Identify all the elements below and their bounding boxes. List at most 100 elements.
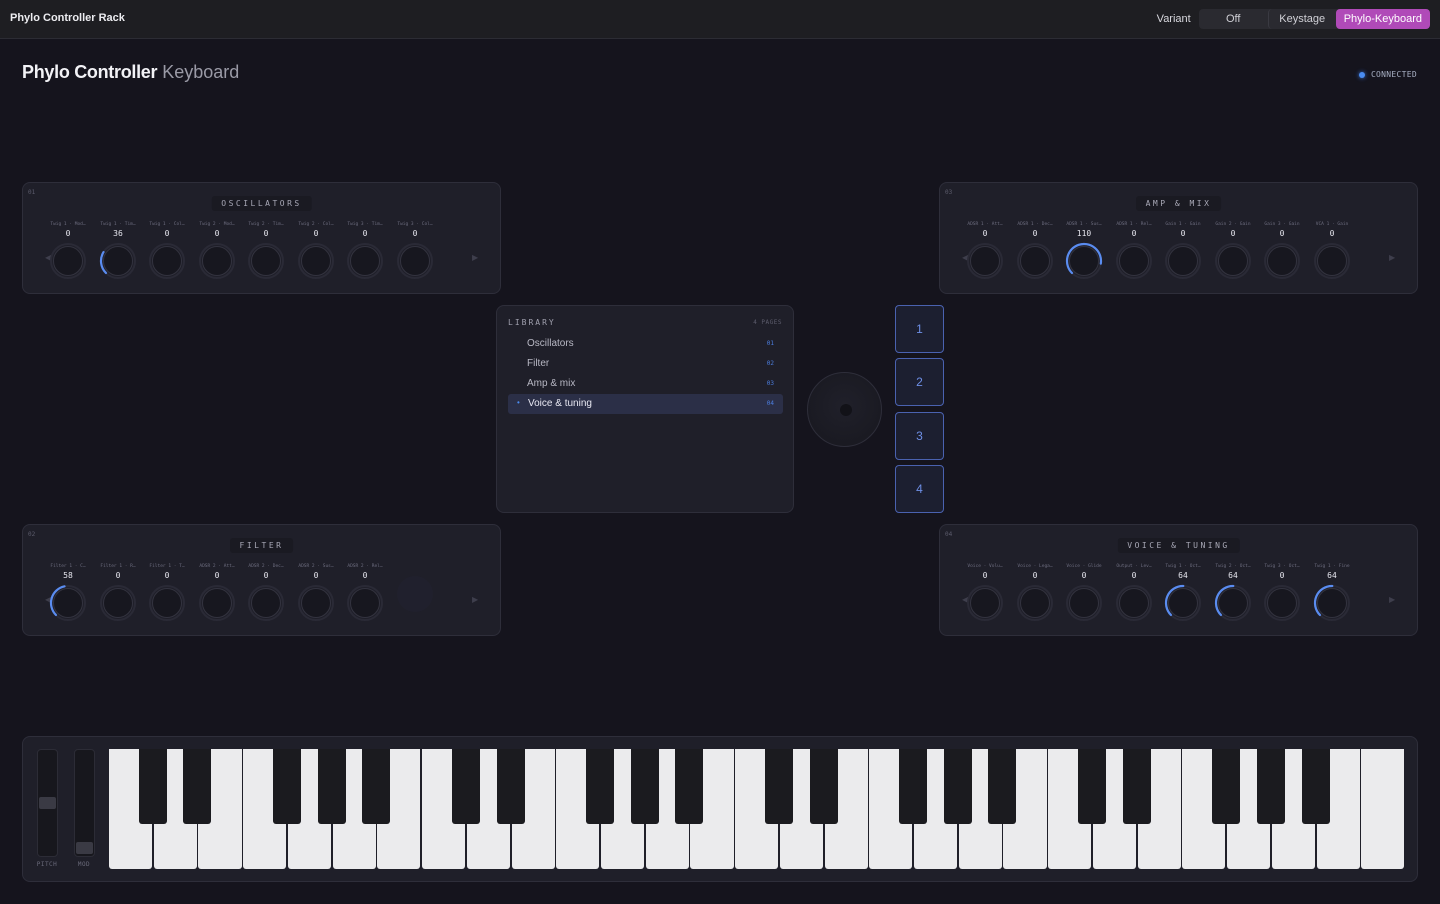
library-item-oscillators[interactable]: Oscillators 01 bbox=[508, 334, 783, 354]
knob[interactable] bbox=[297, 584, 335, 622]
white-key[interactable] bbox=[1361, 749, 1405, 869]
knob[interactable] bbox=[1016, 242, 1054, 280]
next-arrow-icon[interactable]: ▶ bbox=[1389, 595, 1395, 604]
knob-value: 0 bbox=[1032, 571, 1038, 580]
knob[interactable] bbox=[1016, 584, 1054, 622]
panel-amp-mix: 03 AMP & MIX ◀ ▶ ADSR 1 · Att… 0 ADSR 1 · Dec…… bbox=[939, 182, 1418, 294]
empty-knob bbox=[397, 576, 433, 612]
black-key[interactable] bbox=[943, 749, 972, 824]
knob[interactable] bbox=[966, 584, 1004, 622]
black-key[interactable] bbox=[988, 749, 1017, 824]
next-arrow-icon[interactable]: ▶ bbox=[1389, 253, 1395, 262]
knob-value: 0 bbox=[1131, 229, 1137, 238]
panel-number: 03 bbox=[945, 189, 953, 196]
knob[interactable] bbox=[49, 584, 87, 622]
library-item-voice-tuning[interactable]: • Voice & tuning 04 bbox=[508, 394, 783, 414]
knob[interactable] bbox=[1065, 584, 1103, 622]
mod-wheel[interactable] bbox=[74, 749, 95, 857]
library-item-filter[interactable]: Filter 02 bbox=[508, 354, 783, 374]
knob-label: Gain 2 · Gain bbox=[1215, 222, 1251, 227]
knob-value: 0 bbox=[313, 571, 319, 580]
knob-value: 0 bbox=[164, 229, 170, 238]
knob[interactable] bbox=[1214, 584, 1252, 622]
black-key[interactable] bbox=[1212, 749, 1241, 824]
mod-wheel-handle[interactable] bbox=[76, 842, 93, 854]
panel-number: 04 bbox=[945, 531, 953, 538]
knob-value: 0 bbox=[214, 229, 220, 238]
page-pad-4[interactable]: 4 bbox=[895, 465, 944, 513]
knob[interactable] bbox=[198, 584, 236, 622]
next-arrow-icon[interactable]: ▶ bbox=[472, 253, 478, 262]
black-key[interactable] bbox=[764, 749, 793, 824]
knob-label: Voice · Volu… bbox=[967, 564, 1003, 569]
pitch-wheel[interactable] bbox=[37, 749, 58, 857]
app-title: Phylo Controller Rack bbox=[10, 12, 125, 24]
status-dot-icon bbox=[1358, 71, 1365, 78]
next-arrow-icon[interactable]: ▶ bbox=[472, 595, 478, 604]
knob[interactable] bbox=[1263, 584, 1301, 622]
black-key[interactable] bbox=[138, 749, 167, 824]
knob-cell: Twig 2 · Col… 0 bbox=[294, 221, 338, 280]
black-key[interactable] bbox=[585, 749, 614, 824]
knob[interactable] bbox=[346, 242, 384, 280]
knob-label: Output · Lev… bbox=[1116, 564, 1152, 569]
black-key[interactable] bbox=[1077, 749, 1106, 824]
knob[interactable] bbox=[247, 584, 285, 622]
knob[interactable] bbox=[1115, 584, 1153, 622]
page-pad-2[interactable]: 2 bbox=[895, 358, 944, 406]
black-key[interactable] bbox=[675, 749, 704, 824]
panel-title: AMP & MIX bbox=[1135, 196, 1222, 211]
library-page-count: 4 PAGES bbox=[753, 319, 782, 326]
knob[interactable] bbox=[297, 242, 335, 280]
knob-value: 0 bbox=[1329, 229, 1335, 238]
knob[interactable] bbox=[99, 584, 137, 622]
knob[interactable] bbox=[1164, 242, 1202, 280]
black-key[interactable] bbox=[1122, 749, 1151, 824]
knob[interactable] bbox=[1214, 242, 1252, 280]
knob[interactable] bbox=[148, 242, 186, 280]
knob[interactable] bbox=[1263, 242, 1301, 280]
library-item-amp-mix[interactable]: Amp & mix 03 bbox=[508, 374, 783, 394]
status-text: CONNECTED bbox=[1370, 70, 1417, 79]
knob[interactable] bbox=[1313, 242, 1351, 280]
black-key[interactable] bbox=[809, 749, 838, 824]
black-key[interactable] bbox=[183, 749, 212, 824]
knob[interactable] bbox=[1065, 242, 1103, 280]
knob[interactable] bbox=[1115, 242, 1153, 280]
knob[interactable] bbox=[1313, 584, 1351, 622]
pitch-wheel-handle[interactable] bbox=[39, 797, 56, 809]
pitch-wheel-label: PITCH bbox=[36, 861, 58, 868]
knob[interactable] bbox=[396, 242, 434, 280]
knob[interactable] bbox=[966, 242, 1004, 280]
knob-value: 0 bbox=[1230, 229, 1236, 238]
variant-option-off[interactable]: Off bbox=[1199, 9, 1268, 29]
knob-label: Twig 3 · Col… bbox=[397, 222, 433, 227]
knob-label: ADSR 1 · Rel… bbox=[1116, 222, 1152, 227]
knob-value: 0 bbox=[982, 229, 988, 238]
black-key[interactable] bbox=[1256, 749, 1285, 824]
page-pad-1[interactable]: 1 bbox=[895, 305, 944, 353]
variant-option-phylo-keyboard[interactable]: Phylo-Keyboard bbox=[1335, 9, 1430, 29]
knob[interactable] bbox=[198, 242, 236, 280]
knob-cell: ADSR 2 · Sus… 0 bbox=[294, 563, 338, 622]
variant-option-keystage[interactable]: Keystage bbox=[1267, 9, 1336, 29]
library-item-name: Filter bbox=[527, 358, 550, 369]
knob[interactable] bbox=[99, 242, 137, 280]
black-key[interactable] bbox=[496, 749, 525, 824]
knob[interactable] bbox=[346, 584, 384, 622]
page-pad-3[interactable]: 3 bbox=[895, 412, 944, 460]
jog-wheel[interactable] bbox=[807, 372, 882, 447]
black-key[interactable] bbox=[899, 749, 928, 824]
knob[interactable] bbox=[1164, 584, 1202, 622]
knob[interactable] bbox=[247, 242, 285, 280]
black-key[interactable] bbox=[1301, 749, 1330, 824]
black-key[interactable] bbox=[451, 749, 480, 824]
black-key[interactable] bbox=[317, 749, 346, 824]
knob-cell: Filter 1 · R… 0 bbox=[96, 563, 140, 622]
knob[interactable] bbox=[148, 584, 186, 622]
knob-value: 0 bbox=[263, 571, 269, 580]
black-key[interactable] bbox=[272, 749, 301, 824]
knob[interactable] bbox=[49, 242, 87, 280]
black-key[interactable] bbox=[362, 749, 391, 824]
black-key[interactable] bbox=[630, 749, 659, 824]
